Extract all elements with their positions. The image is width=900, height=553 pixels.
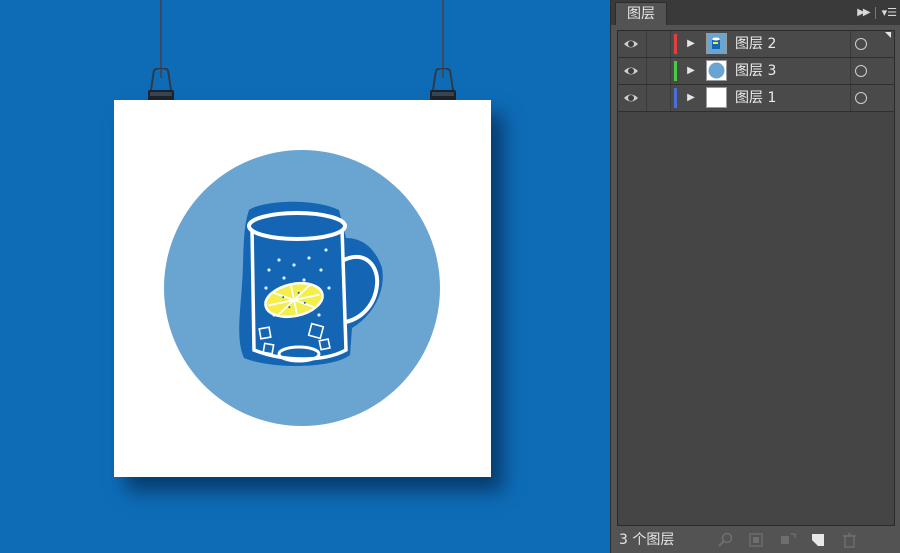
layer-row[interactable]: ▶ 图层 3 <box>618 58 894 85</box>
create-sublayer-icon[interactable] <box>779 532 796 548</box>
layer-count: 3 个图层 <box>619 532 675 548</box>
layers-panel: 图层 ▶▶ ▾☰ ▶ 图层 2 ▶ 图层 3 ▶ 图层 1 3 个图层 <box>610 0 900 553</box>
layer-color-indicator <box>674 88 677 108</box>
hanging-string-left <box>160 0 162 78</box>
layer-color-indicator <box>674 61 677 81</box>
footer-icons <box>717 532 858 548</box>
locate-object-icon[interactable] <box>717 532 734 548</box>
layer-name[interactable]: 图层 3 <box>735 58 776 84</box>
column-divider <box>646 58 647 84</box>
layer-row[interactable]: ▶ 图层 1 <box>618 85 894 112</box>
visibility-eye-icon[interactable] <box>622 35 640 53</box>
circle-thumbnail <box>706 60 727 81</box>
panel-header: 图层 ▶▶ ▾☰ <box>611 0 900 25</box>
expand-arrow-icon[interactable]: ▶ <box>684 91 698 105</box>
artboard-paper <box>114 100 491 477</box>
artboard-canvas[interactable] <box>0 0 610 553</box>
hanging-string-right <box>442 0 444 78</box>
create-new-layer-icon[interactable] <box>810 532 827 548</box>
delete-layer-icon[interactable] <box>841 532 858 548</box>
collapse-icon[interactable]: ▶▶ <box>857 7 870 18</box>
tab-layers[interactable]: 图层 <box>615 2 667 25</box>
layer-name[interactable]: 图层 1 <box>735 85 776 111</box>
expand-arrow-icon[interactable]: ▶ <box>684 37 698 51</box>
lock-column[interactable] <box>670 31 671 57</box>
lock-column[interactable] <box>670 58 671 84</box>
mug-illustration <box>164 150 440 426</box>
visibility-eye-icon[interactable] <box>622 89 640 107</box>
blank-thumbnail <box>706 87 727 108</box>
make-clipping-mask-icon[interactable] <box>748 532 765 548</box>
header-icons: ▶▶ ▾☰ <box>857 4 897 21</box>
column-divider <box>850 58 851 84</box>
target-circle-icon[interactable] <box>855 92 867 104</box>
target-circle-icon[interactable] <box>855 38 867 50</box>
selection-corner-icon <box>885 32 891 38</box>
target-circle-icon[interactable] <box>855 65 867 77</box>
layer-name[interactable]: 图层 2 <box>735 31 776 57</box>
mug-thumbnail <box>706 33 727 54</box>
lock-column[interactable] <box>670 85 671 111</box>
layer-color-indicator <box>674 34 677 54</box>
panel-menu-icon[interactable]: ▾☰ <box>882 6 897 19</box>
column-divider <box>646 31 647 57</box>
header-separator <box>874 6 876 19</box>
layer-row[interactable]: ▶ 图层 2 <box>618 31 894 58</box>
expand-arrow-icon[interactable]: ▶ <box>684 64 698 78</box>
column-divider <box>850 85 851 111</box>
mug-rim <box>247 211 347 241</box>
column-divider <box>646 85 647 111</box>
visibility-eye-icon[interactable] <box>622 62 640 80</box>
column-divider <box>850 31 851 57</box>
panel-footer: 3 个图层 <box>611 527 900 553</box>
layer-list[interactable]: ▶ 图层 2 ▶ 图层 3 ▶ 图层 1 <box>617 30 895 526</box>
